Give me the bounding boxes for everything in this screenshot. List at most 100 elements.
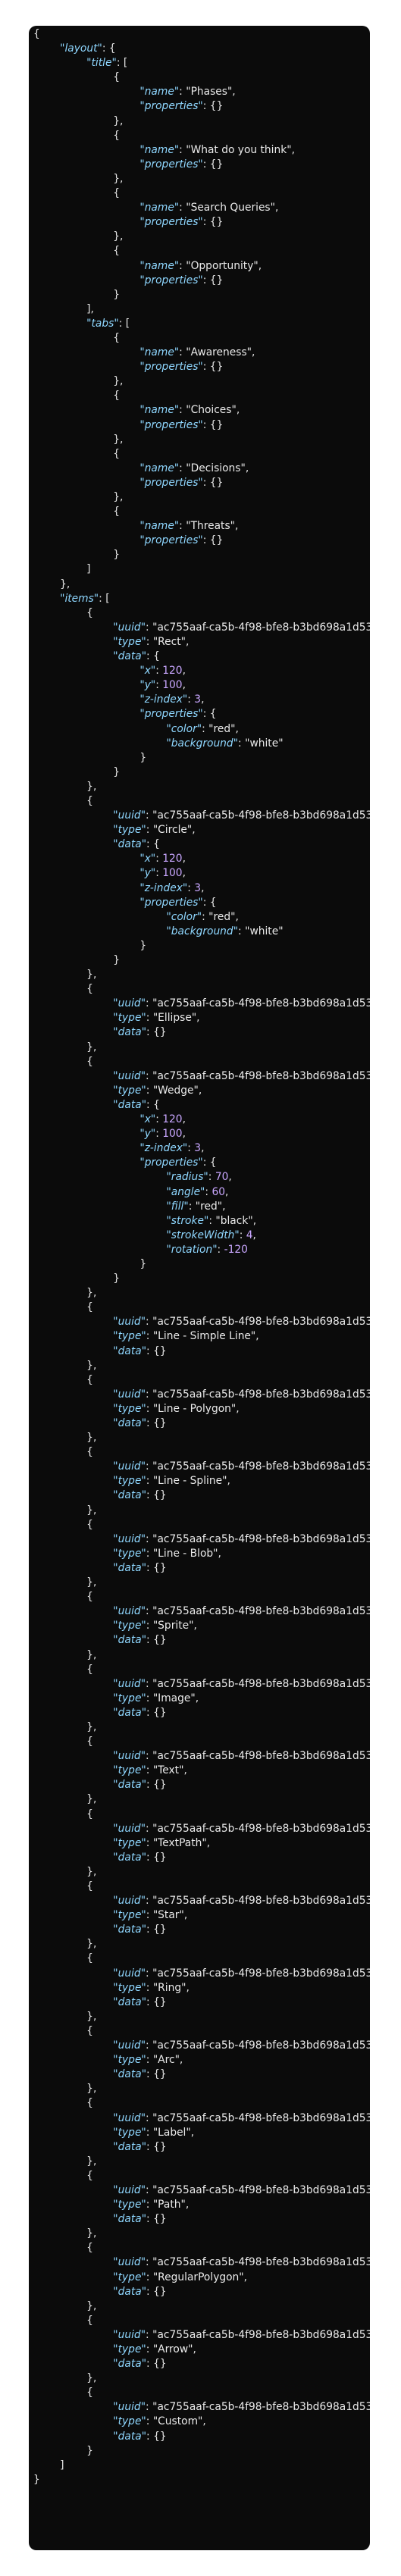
code-line: "properties": {} — [33, 158, 370, 172]
json-key: "type" — [113, 1836, 146, 1849]
code-line: "data": { — [33, 1098, 370, 1113]
code-line: { — [33, 1445, 370, 1460]
json-bracket: ] — [86, 563, 91, 576]
json-number: 100 — [162, 1128, 183, 1141]
json-colon: : — [146, 1706, 154, 1719]
json-brace: }, — [86, 969, 97, 981]
json-colon: : — [146, 1822, 153, 1835]
json-string: "What do you think" — [186, 143, 292, 156]
code-line: "type": "Text", — [33, 1764, 370, 1778]
json-brace: {} — [153, 2430, 167, 2443]
json-bracket: ] — [60, 2459, 64, 2471]
json-brace: } — [113, 288, 121, 301]
json-colon: : — [179, 462, 186, 474]
code-line: "uuid": "ac755aaf-ca5b-4f98-bfe8-b3bd698… — [33, 2400, 370, 2415]
json-key: "background" — [166, 925, 239, 937]
code-line: { — [33, 1373, 370, 1388]
json-brace: { — [113, 187, 121, 200]
code-line: "z-index": 3, — [33, 1141, 370, 1156]
code-line: "properties": {} — [33, 99, 370, 114]
code-line: "y": 100, — [33, 866, 370, 881]
json-string: "ac755aaf-ca5b-4f98-bfe8-b3bd698a1d53" — [152, 2256, 370, 2269]
json-key: "uuid" — [113, 809, 146, 822]
json-brace: {} — [153, 1344, 167, 1357]
json-colon: : — [146, 650, 154, 663]
code-line: }, — [33, 114, 370, 129]
code-line: "type": "RegularPolygon", — [33, 2271, 370, 2285]
json-comma: , — [185, 635, 190, 648]
json-brace: }, — [86, 2083, 97, 2096]
json-number: -120 — [224, 1243, 248, 1256]
json-colon: : — [146, 1417, 154, 1429]
json-brace: {} — [209, 216, 224, 229]
code-line: "z-index": 3, — [33, 881, 370, 896]
json-key: "name" — [139, 259, 180, 272]
json-string: "red" — [208, 910, 236, 923]
json-brace: { — [86, 606, 93, 619]
code-line: "data": {} — [33, 1488, 370, 1503]
json-brace: { — [86, 2169, 93, 2182]
json-key: "layout" — [60, 42, 102, 55]
json-string: "Text" — [152, 1764, 184, 1777]
json-key: "y" — [139, 679, 156, 692]
json-key: "uuid" — [113, 2039, 146, 2052]
json-colon: : — [202, 1157, 210, 1169]
json-brace: { — [86, 1373, 93, 1386]
code-line: "y": 100, — [33, 678, 370, 693]
json-bracket: [ — [123, 57, 128, 70]
code-line: "name": "Awareness", — [33, 346, 370, 360]
json-string: "ac755aaf-ca5b-4f98-bfe8-b3bd698a1d53" — [152, 1822, 370, 1835]
json-number: 120 — [162, 853, 183, 865]
json-colon: : — [146, 1967, 153, 1980]
json-bracket: [ — [105, 592, 110, 605]
code-line: "data": {} — [33, 1344, 370, 1359]
code-line: "type": "Circle", — [33, 823, 370, 837]
json-key: "data" — [113, 650, 147, 663]
json-key: "data" — [113, 1026, 147, 1039]
code-line: { — [33, 794, 370, 809]
json-key: "data" — [113, 1779, 147, 1792]
json-colon: : — [146, 2213, 154, 2226]
json-brace: { — [86, 1518, 93, 1531]
json-colon: : — [179, 143, 186, 156]
json-brace: {} — [209, 476, 224, 489]
json-comma: , — [291, 143, 295, 156]
json-colon: : — [146, 621, 153, 634]
json-string: "Choices" — [186, 404, 237, 417]
code-line: "title": [ — [33, 56, 370, 70]
json-brace: }, — [86, 2010, 97, 2023]
json-colon: : — [146, 1909, 153, 1922]
json-brace: }, — [113, 433, 124, 446]
json-string: "Wedge" — [152, 1084, 199, 1097]
json-key: "properties" — [139, 100, 203, 113]
json-comma: , — [190, 2126, 195, 2139]
json-code-block: { "layout": { "title": [ { "name": "Phas… — [33, 27, 370, 2487]
code-line: "fill": "red", — [33, 1200, 370, 1214]
json-key: "uuid" — [113, 2256, 146, 2269]
json-code-panel: { "layout": { "title": [ { "name": "Phas… — [29, 26, 370, 2550]
json-brace: {} — [153, 2358, 167, 2371]
json-comma: , — [236, 1402, 240, 1415]
json-brace: {} — [153, 1923, 167, 1936]
json-key: "name" — [139, 520, 180, 533]
json-brace: } — [139, 939, 147, 952]
json-brace: }, — [86, 1041, 97, 1053]
code-line: "angle": 60, — [33, 1185, 370, 1200]
code-line: "data": {} — [33, 1851, 370, 1865]
code-line: "y": 100, — [33, 1127, 370, 1141]
json-brace: {} — [209, 534, 224, 547]
json-brace: {} — [153, 1706, 167, 1719]
json-number: 60 — [211, 1185, 226, 1198]
json-string: "ac755aaf-ca5b-4f98-bfe8-b3bd698a1d53" — [152, 997, 370, 1010]
json-brace: { — [86, 794, 93, 807]
json-colon: : — [146, 1012, 153, 1025]
code-line: "rotation": -120 — [33, 1243, 370, 1257]
json-key: "type" — [113, 1475, 146, 1488]
json-comma: , — [182, 1113, 186, 1126]
json-brace: {} — [153, 1851, 167, 1864]
json-key: "type" — [113, 2343, 146, 2355]
json-key: "data" — [113, 2140, 147, 2153]
json-brace: { — [86, 2314, 93, 2327]
json-key: "title" — [86, 57, 117, 70]
json-comma: , — [192, 824, 196, 837]
